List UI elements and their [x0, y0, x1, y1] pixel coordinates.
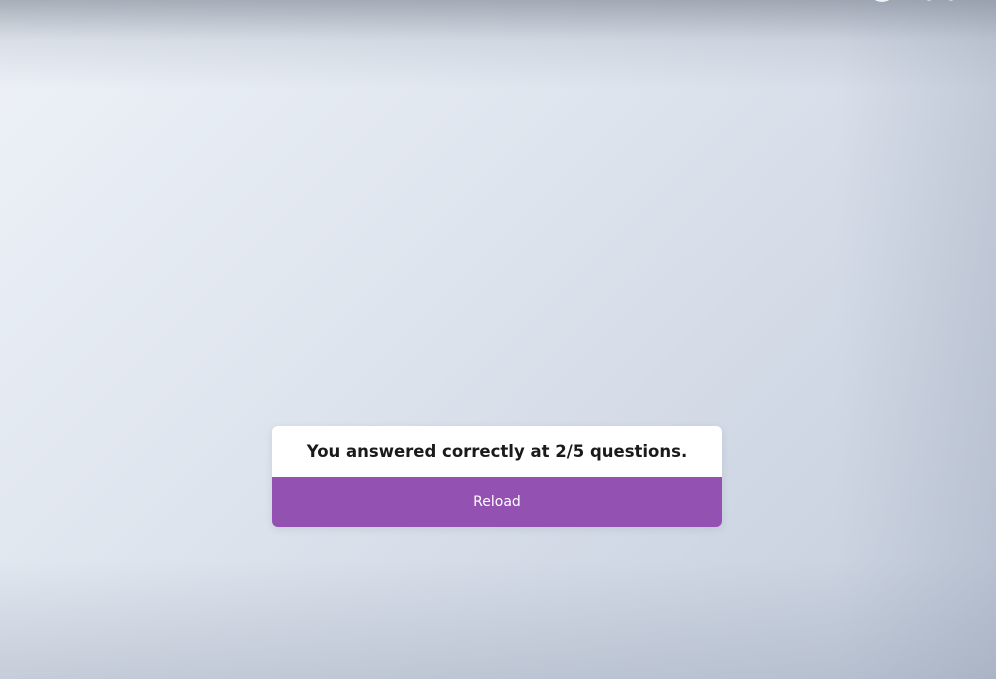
bottom-overlay-shade: [0, 559, 996, 679]
reload-button[interactable]: Reload: [272, 477, 722, 527]
result-message: You answered correctly at 2/5 questions.: [272, 426, 722, 477]
quiz-result-card: You answered correctly at 2/5 questions.…: [272, 426, 722, 527]
